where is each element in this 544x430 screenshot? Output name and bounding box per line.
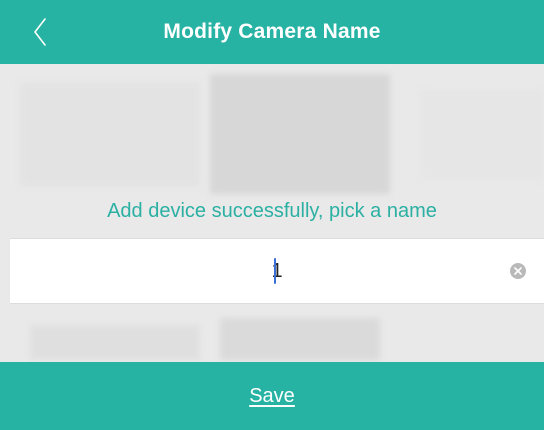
background-shape bbox=[210, 74, 390, 194]
clear-circle-icon bbox=[514, 267, 522, 275]
clear-input-button[interactable] bbox=[510, 263, 526, 279]
background-shape bbox=[30, 325, 200, 360]
name-prompt-text: Add device successfully, pick a name bbox=[107, 200, 437, 222]
modify-camera-name-screen: Modify Camera Name Add device successful… bbox=[0, 0, 544, 430]
camera-name-input[interactable] bbox=[10, 239, 544, 303]
camera-name-field[interactable] bbox=[10, 238, 544, 304]
background-shape bbox=[420, 90, 544, 180]
background-shape bbox=[220, 318, 380, 360]
background-shape bbox=[20, 82, 200, 187]
page-title: Modify Camera Name bbox=[163, 20, 381, 43]
top-navigation-bar: Modify Camera Name bbox=[0, 0, 544, 64]
save-button-label: Save bbox=[249, 384, 295, 407]
text-caret bbox=[274, 258, 276, 284]
chevron-left-icon bbox=[34, 18, 46, 46]
save-button[interactable]: Save bbox=[0, 362, 544, 430]
back-button[interactable] bbox=[28, 12, 52, 52]
